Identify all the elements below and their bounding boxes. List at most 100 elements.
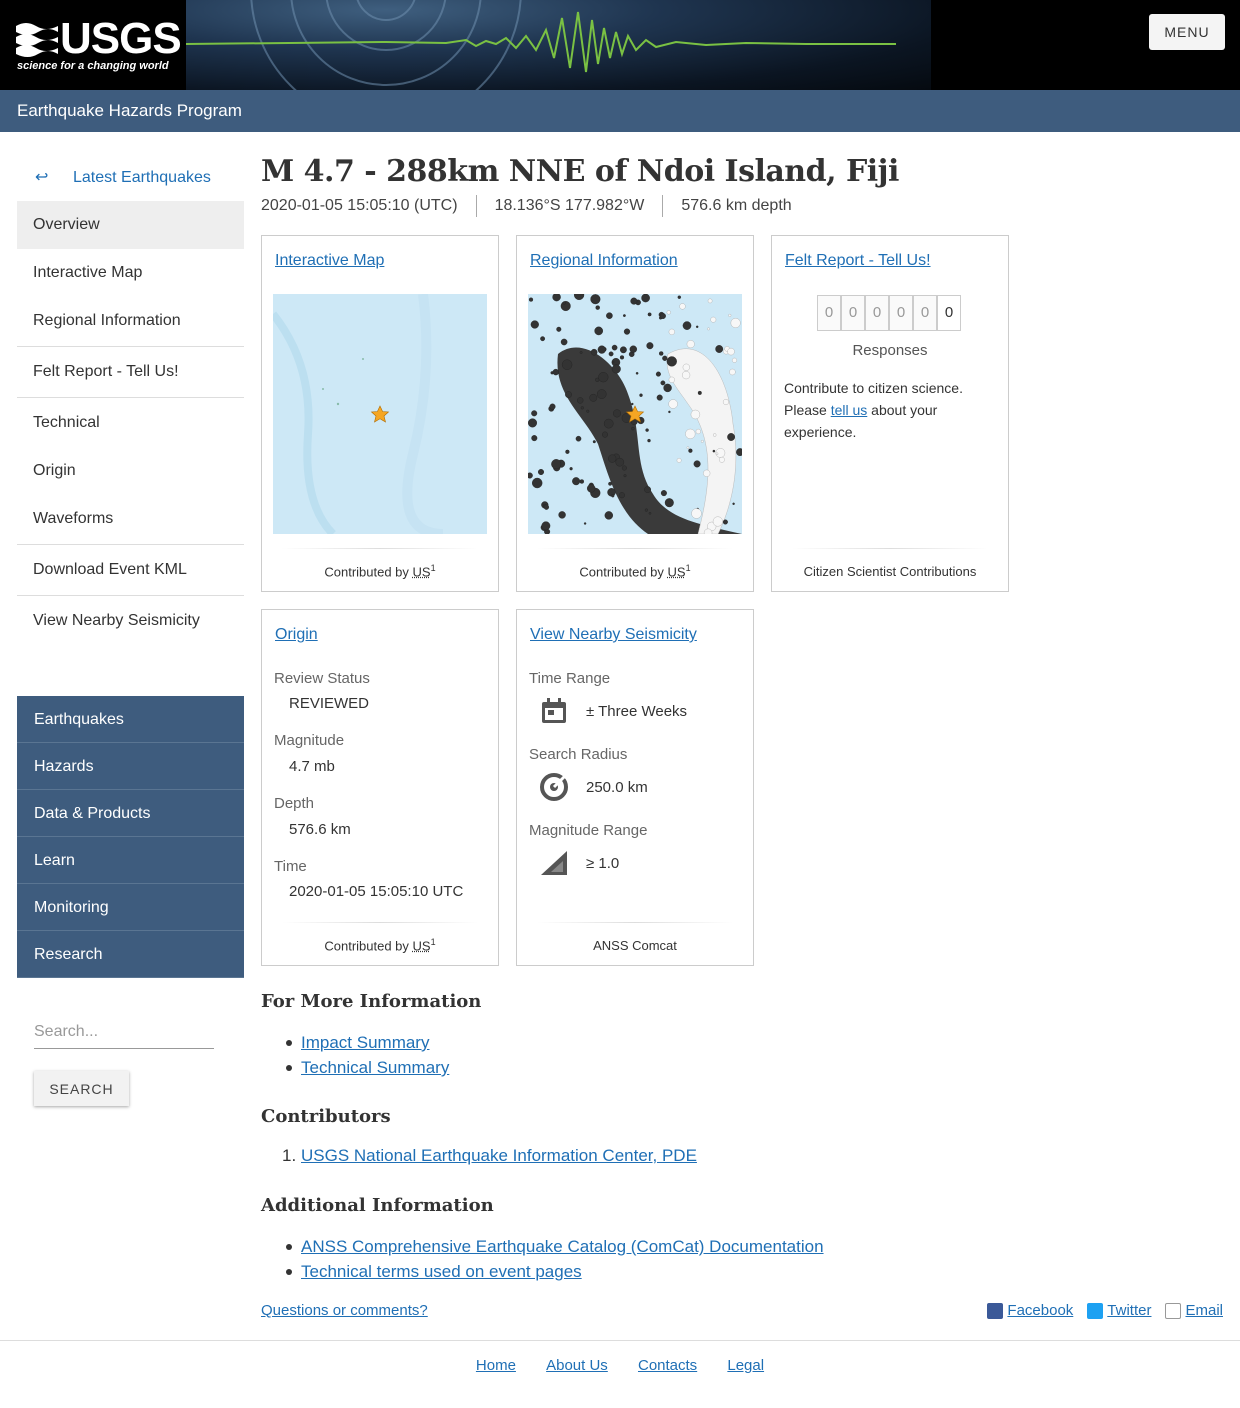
seismicity-dot xyxy=(601,431,608,438)
magnitude-value: 4.7 mb xyxy=(289,758,335,775)
search-input[interactable] xyxy=(34,1015,214,1049)
sidebar-item-origin[interactable]: Origin xyxy=(17,447,244,495)
facebook-icon xyxy=(987,1302,1004,1319)
questions-link[interactable]: Questions or comments? xyxy=(261,1302,428,1319)
nearby-seismicity-link[interactable]: View Nearby Seismicity xyxy=(530,626,697,643)
seismicity-dot xyxy=(679,303,686,310)
footer-home-link[interactable]: Home xyxy=(476,1357,516,1374)
seismicity-dot xyxy=(682,321,692,330)
seismicity-dot xyxy=(531,477,543,489)
seismicity-dot xyxy=(635,372,639,375)
site-nav-monitoring[interactable]: Monitoring xyxy=(17,884,244,931)
seismicity-dot xyxy=(659,313,666,320)
felt-report-card: Felt Report - Tell Us! 0 0 0 0 0 0 Respo… xyxy=(771,235,1009,592)
latest-earthquakes-label: Latest Earthquakes xyxy=(73,169,211,186)
sidebar-item-waveforms[interactable]: Waveforms xyxy=(17,495,244,543)
footer-contacts-link[interactable]: Contacts xyxy=(638,1357,697,1374)
tell-us-link[interactable]: tell us xyxy=(831,402,868,418)
footer-legal-link[interactable]: Legal xyxy=(727,1357,764,1374)
response-counter: 0 0 0 0 0 0 xyxy=(817,295,961,331)
seismicity-dot xyxy=(695,428,701,435)
card-divider xyxy=(537,548,733,549)
seismicity-dot xyxy=(647,438,651,443)
seismicity-dot xyxy=(655,371,661,377)
seismicity-dot xyxy=(552,368,559,376)
site-header: USGS science for a changing world MENU xyxy=(0,0,1240,90)
card-divider xyxy=(537,922,733,923)
seismicity-dot xyxy=(604,511,614,520)
left-arrow-icon: ↩ xyxy=(35,169,49,186)
seismicity-dot xyxy=(631,426,635,431)
interactive-map-thumbnail[interactable] xyxy=(273,294,487,534)
sidebar-item-overview[interactable]: Overview xyxy=(17,201,244,249)
contrib-network[interactable]: US xyxy=(413,564,431,579)
card-contributor: Contributed by US1 xyxy=(262,563,498,579)
search-button[interactable]: SEARCH xyxy=(34,1071,129,1106)
regional-seismicity-thumbnail[interactable] xyxy=(528,294,742,534)
seismicity-dot xyxy=(658,351,664,356)
technical-summary-link[interactable]: Technical Summary xyxy=(301,1058,449,1077)
seismicity-dot xyxy=(686,340,695,349)
technical-terms-link[interactable]: Technical terms used on event pages xyxy=(301,1262,582,1281)
comcat-docs-link[interactable]: ANSS Comprehensive Earthquake Catalog (C… xyxy=(301,1237,824,1256)
seismicity-dot xyxy=(647,312,652,317)
sidebar-divider xyxy=(17,346,244,347)
seismicity-dot xyxy=(541,521,551,531)
seismicity-dot xyxy=(586,409,590,413)
facebook-share-link[interactable]: Facebook xyxy=(987,1302,1073,1319)
seismicity-dot xyxy=(644,508,648,512)
email-share-link[interactable]: Email xyxy=(1165,1302,1223,1319)
origin-link[interactable]: Origin xyxy=(275,626,318,643)
felt-report-link[interactable]: Felt Report - Tell Us! xyxy=(785,252,931,269)
seismicity-dot xyxy=(682,363,690,371)
site-footer: Home About Us Contacts Legal xyxy=(0,1357,1240,1374)
contributor-number: 1. xyxy=(282,1146,297,1165)
sidebar-item-interactive-map[interactable]: Interactive Map xyxy=(17,249,244,297)
contributor-link[interactable]: USGS National Earthquake Information Cen… xyxy=(301,1146,697,1166)
contrib-network[interactable]: US xyxy=(413,938,431,953)
sidebar-divider xyxy=(17,595,244,596)
regional-information-link[interactable]: Regional Information xyxy=(530,252,678,269)
contrib-network[interactable]: US xyxy=(668,564,686,579)
seismicity-dot xyxy=(645,428,649,432)
seismicity-dot xyxy=(668,328,675,336)
card-title: Felt Report - Tell Us! xyxy=(785,252,931,270)
site-nav-research[interactable]: Research xyxy=(17,931,244,978)
impact-summary-link[interactable]: Impact Summary xyxy=(301,1033,429,1052)
menu-button[interactable]: MENU xyxy=(1149,14,1225,50)
usgs-logo[interactable]: USGS science for a changing world xyxy=(0,0,186,90)
email-label: Email xyxy=(1185,1302,1223,1319)
seismicity-dot xyxy=(611,364,621,374)
latest-earthquakes-link[interactable]: ↩ Latest Earthquakes xyxy=(17,155,244,201)
footer-about-link[interactable]: About Us xyxy=(546,1357,608,1374)
sidebar-item-felt-report[interactable]: Felt Report - Tell Us! xyxy=(17,348,244,396)
page-title: M 4.7 - 288km NNE of Ndoi Island, Fiji xyxy=(261,154,899,189)
card-divider xyxy=(282,922,478,923)
seismicity-dot xyxy=(718,456,725,463)
site-nav-data-products[interactable]: Data & Products xyxy=(17,790,244,837)
seismicity-dot xyxy=(569,467,573,471)
seismicity-dot xyxy=(580,406,584,410)
counter-digit: 0 xyxy=(889,295,913,331)
contrib-ref[interactable]: 1 xyxy=(431,563,436,573)
seismicity-dot xyxy=(556,326,562,332)
seismicity-dot xyxy=(621,465,627,471)
twitter-share-link[interactable]: Twitter xyxy=(1087,1302,1151,1319)
site-nav-hazards[interactable]: Hazards xyxy=(17,743,244,790)
seismicity-dot xyxy=(736,448,742,456)
seismicity-dot xyxy=(618,492,625,499)
site-nav-learn[interactable]: Learn xyxy=(17,837,244,884)
site-nav-earthquakes[interactable]: Earthquakes xyxy=(17,696,244,743)
contrib-ref[interactable]: 1 xyxy=(686,563,691,573)
program-title[interactable]: Earthquake Hazards Program xyxy=(17,101,242,121)
contrib-ref[interactable]: 1 xyxy=(431,937,436,947)
seismicity-dot xyxy=(623,474,627,478)
seismicity-dot xyxy=(583,522,587,525)
counter-digit: 0 xyxy=(865,295,889,331)
sidebar-item-nearby-seismicity[interactable]: View Nearby Seismicity xyxy=(17,597,244,645)
sidebar-item-regional-information[interactable]: Regional Information xyxy=(17,297,244,345)
seismicity-dot xyxy=(597,345,606,354)
interactive-map-link[interactable]: Interactive Map xyxy=(275,252,384,269)
sidebar-item-download-kml[interactable]: Download Event KML xyxy=(17,546,244,594)
sidebar-item-technical[interactable]: Technical xyxy=(17,399,244,447)
